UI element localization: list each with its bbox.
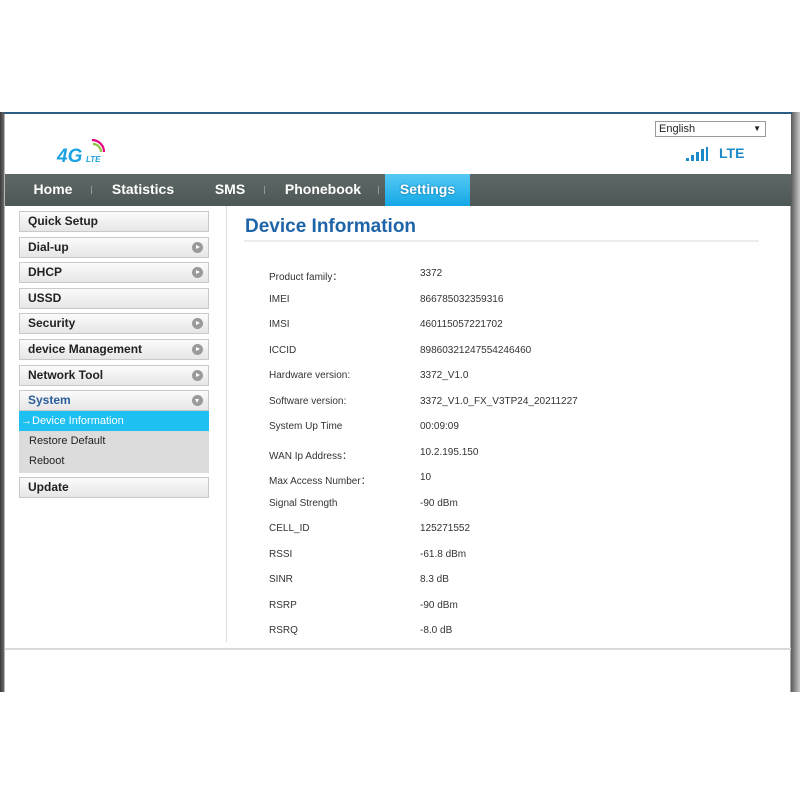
chevron-right-icon bbox=[192, 318, 203, 330]
info-value: 866785032359316 bbox=[420, 293, 504, 305]
info-label: Software version: bbox=[269, 395, 347, 407]
sidebar-item-label: DHCP bbox=[28, 265, 63, 280]
footer-divider bbox=[5, 648, 791, 650]
chevron-right-icon bbox=[192, 267, 203, 279]
dropdown-arrow-icon: ▼ bbox=[753, 124, 761, 133]
sidebar-item-quick-setup[interactable]: Quick Setup bbox=[19, 211, 209, 232]
info-value: 125271552 bbox=[420, 523, 471, 534]
submenu-device-information[interactable]: →Device Information bbox=[19, 411, 209, 432]
nav-home[interactable]: Home bbox=[23, 174, 83, 206]
logo-subtext: LTE bbox=[86, 155, 101, 164]
info-label: Product family： bbox=[269, 272, 343, 283]
sidebar-item-device-management[interactable]: device Management bbox=[19, 338, 209, 360]
title-underline bbox=[244, 240, 759, 242]
sidebar-item-label: System bbox=[28, 393, 71, 408]
info-label: Max Access Number： bbox=[269, 476, 371, 487]
info-value: 89860321247554246460 bbox=[420, 344, 532, 356]
submenu-restore-default[interactable]: Restore Default bbox=[19, 431, 209, 451]
content-divider bbox=[226, 206, 227, 642]
header: 4G LTE English ▼ LTE bbox=[5, 114, 791, 174]
info-value: -8.0 dB bbox=[420, 625, 453, 636]
nav-sms[interactable]: SMS bbox=[205, 174, 255, 206]
sidebar-item-ussd[interactable]: USSD bbox=[19, 287, 209, 309]
sidebar-item-network-tool[interactable]: Network Tool bbox=[19, 364, 209, 386]
info-label: IMSI bbox=[269, 319, 290, 330]
info-value: 460115057221702 bbox=[420, 319, 503, 330]
info-value: 3372_V1.0 bbox=[420, 370, 469, 381]
signal-strength-icon bbox=[686, 147, 708, 161]
sidebar-item-system[interactable]: System bbox=[19, 390, 209, 412]
nav-separator bbox=[264, 186, 265, 194]
nav-phonebook[interactable]: Phonebook bbox=[278, 174, 368, 206]
chevron-down-icon bbox=[192, 395, 203, 407]
nav-settings[interactable]: Settings bbox=[385, 174, 470, 206]
info-value: 3372_V1.0_FX_V3TP24_20211227 bbox=[420, 395, 578, 407]
info-value: 10 bbox=[420, 472, 432, 483]
info-label: SINR bbox=[269, 574, 293, 585]
sidebar-item-dial-up[interactable]: Dial-up bbox=[19, 236, 209, 258]
nav-separator bbox=[91, 186, 92, 194]
info-label: System Up Time bbox=[269, 421, 343, 432]
sidebar-item-label: Security bbox=[28, 316, 76, 331]
logo-text: 4G bbox=[56, 146, 83, 166]
info-label: Hardware version: bbox=[269, 370, 351, 381]
info-value: 3372 bbox=[420, 268, 443, 279]
sidebar-item-label: Quick Setup bbox=[28, 214, 99, 228]
sidebar-item-label: Update bbox=[28, 480, 69, 495]
info-value: 8.3 dB bbox=[420, 574, 449, 585]
submenu-reboot[interactable]: Reboot bbox=[19, 451, 209, 471]
main-nav: Home Statistics SMS Phonebook Settings bbox=[5, 174, 791, 206]
info-value: -90 dBm bbox=[420, 497, 458, 509]
sidebar: Quick Setup Dial-up DHCP USSD Security d… bbox=[19, 211, 209, 503]
chevron-right-icon bbox=[192, 241, 203, 253]
info-label: IMEI bbox=[269, 293, 290, 305]
info-label: RSRQ bbox=[269, 625, 298, 636]
info-value: -90 dBm bbox=[420, 599, 458, 611]
info-label: ICCID bbox=[269, 344, 297, 356]
nav-separator bbox=[378, 186, 379, 194]
chevron-right-icon bbox=[192, 343, 203, 355]
info-label: Signal Strength bbox=[269, 497, 338, 509]
info-label: RSRP bbox=[269, 599, 297, 611]
chevron-right-icon bbox=[192, 369, 203, 381]
info-value: -61.8 dBm bbox=[420, 548, 467, 560]
info-value: 00:09:09 bbox=[420, 421, 459, 432]
info-label: CELL_ID bbox=[269, 523, 310, 534]
info-label: WAN Ip Address： bbox=[269, 450, 352, 462]
nav-statistics[interactable]: Statistics bbox=[105, 174, 181, 206]
sidebar-item-label: device Management bbox=[28, 341, 143, 356]
sidebar-item-label: Dial-up bbox=[28, 239, 69, 254]
sidebar-item-label: Network Tool bbox=[28, 367, 104, 382]
language-selected: English bbox=[659, 123, 696, 135]
4g-lte-logo: 4G LTE bbox=[56, 138, 106, 166]
page-title: Device Information bbox=[245, 216, 417, 237]
sidebar-item-update[interactable]: Update bbox=[19, 477, 209, 499]
info-value: 10.2.195.150 bbox=[420, 446, 479, 458]
sidebar-item-security[interactable]: Security bbox=[19, 313, 209, 335]
network-type: LTE bbox=[719, 145, 745, 161]
language-select[interactable]: English ▼ bbox=[655, 121, 766, 137]
sidebar-item-label: USSD bbox=[28, 290, 62, 305]
sidebar-item-dhcp[interactable]: DHCP bbox=[19, 262, 209, 284]
info-label: RSSI bbox=[269, 548, 293, 560]
system-submenu: →Device Information Restore Default Rebo… bbox=[19, 411, 209, 474]
